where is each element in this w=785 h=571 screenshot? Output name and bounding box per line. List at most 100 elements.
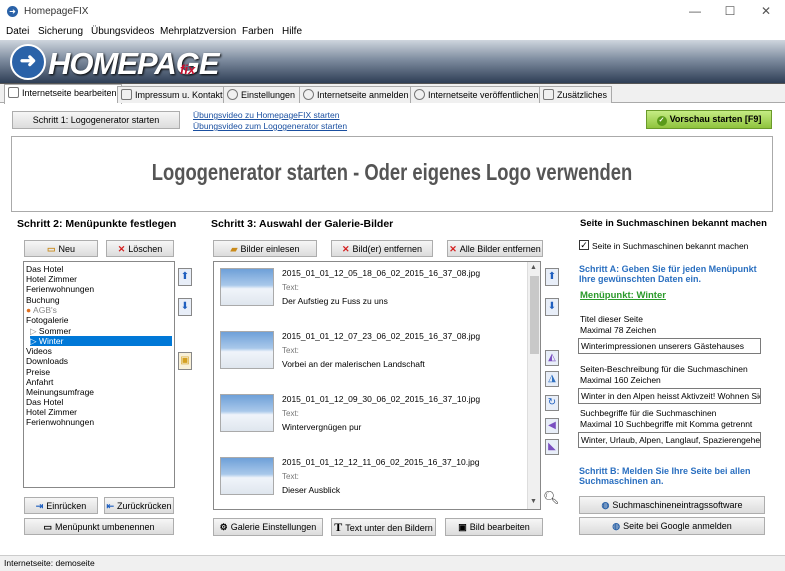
delete-x-icon: ✕ [449, 244, 457, 254]
image-filename: 2015_01_01_12_12_11_06_02_2015_16_37_10.… [282, 457, 480, 467]
check-icon: ✓ [656, 116, 667, 126]
list-item[interactable]: Hotel Zimmer [26, 274, 77, 284]
move-up-icon[interactable]: ⬆ [178, 268, 192, 286]
home-icon [8, 87, 19, 98]
list-item[interactable]: Ferienwohnungen [26, 417, 94, 427]
minimize-button[interactable]: — [688, 4, 702, 18]
scroll-down-icon[interactable]: ▼ [530, 498, 537, 505]
globe-icon: ◍ [601, 500, 610, 510]
text-label: Text: [282, 472, 299, 481]
delete-menu-item-button[interactable]: ✕ Löschen [106, 240, 174, 257]
menu-hilfe[interactable]: Hilfe [282, 26, 302, 37]
status-text: Internetseite: demoseite [4, 558, 95, 568]
image-caption: Wintervergnügen pur [282, 422, 362, 432]
rename-menu-item-button[interactable]: ▭ Menüpunkt umbenennen [24, 518, 174, 535]
load-images-button[interactable]: ▰ Bilder einlesen [213, 240, 317, 257]
rotate-icon[interactable]: ↻ [545, 395, 559, 411]
list-item[interactable]: Videos [26, 346, 52, 356]
globe-icon [303, 89, 314, 100]
list-item[interactable]: Das Hotel [26, 397, 63, 407]
tab-einstellungen[interactable]: Einstellungen [223, 86, 301, 103]
tab-internetseite-anmelden[interactable]: Internetseite anmelden [299, 86, 414, 103]
remove-images-button[interactable]: ✕ Bild(er) entfernen [331, 240, 433, 257]
gallery-images-list[interactable]: 2015_01_01_12_05_18_06_02_2015_16_37_08.… [213, 261, 541, 510]
tab-veroeffentlichen[interactable]: Internetseite veröffentlichen [410, 86, 544, 103]
menu-mehrplatzversion[interactable]: Mehrplatzversion [160, 26, 236, 37]
description-input[interactable]: Winter in den Alpen heisst Aktivzeit! Wo… [578, 388, 761, 404]
gallery-item[interactable]: 2015_01_01_12_07_23_06_02_2015_16_37_08.… [216, 327, 526, 387]
maximize-button[interactable]: ☐ [723, 4, 737, 18]
list-item[interactable]: Das Hotel [26, 264, 63, 274]
search-engine-submit-button[interactable]: ◍ Suchmaschineneintragssoftware [579, 496, 765, 514]
list-item[interactable]: Meinungsumfrage [26, 387, 94, 397]
list-item[interactable]: ● AGB's [26, 305, 57, 315]
arrow-left-icon[interactable]: ◀ [545, 418, 559, 434]
outdent-icon: ⇤ [106, 501, 114, 511]
menu-uebungsvideos[interactable]: Übungsvideos [91, 26, 154, 37]
list-item[interactable]: Ferienwohnungen [26, 284, 94, 294]
list-item[interactable]: Downloads [26, 356, 68, 366]
menu-datei[interactable]: Datei [6, 26, 29, 37]
step3-title: Schritt 3: Auswahl der Galerie-Bilder [211, 218, 394, 230]
indent-button[interactable]: ⇥ Einrücken [24, 497, 98, 514]
menu-items-list[interactable]: Das Hotel Hotel Zimmer Ferienwohnungen B… [23, 261, 175, 488]
gallery-item[interactable]: 2015_01_01_12_12_11_06_02_2015_16_37_10.… [216, 453, 526, 509]
current-menu-item: Menüpunkt: Winter [580, 290, 666, 301]
list-item[interactable]: ▷ Sommer [30, 326, 71, 336]
page-title-input[interactable]: Winterimpressionen unserers Gästehauses [578, 338, 761, 354]
logo-area[interactable]: Logogenerator starten - Oder eigenes Log… [11, 136, 773, 212]
keywords-input[interactable]: Winter, Urlaub, Alpen, Langlauf, Spazier… [578, 432, 761, 448]
text-under-images-button[interactable]: T Text unter den Bildern [331, 518, 436, 536]
google-submit-button[interactable]: ◍ Seite bei Google anmelden [579, 517, 765, 535]
outdent-button[interactable]: ⇤ Zurückrücken [104, 497, 174, 514]
window-title: HomepageFIX [24, 6, 89, 17]
scroll-thumb[interactable] [530, 276, 539, 354]
keywords-max: Maximal 10 Suchbegriffe mit Komma getren… [580, 419, 753, 429]
image-move-down-icon[interactable]: ⬇ [545, 298, 559, 316]
image-icon [543, 89, 554, 100]
new-menu-item-button[interactable]: ▭ Neu [24, 240, 98, 257]
menu-farben[interactable]: Farben [242, 26, 274, 37]
video-link-logogenerator[interactable]: Übungsvideo zum Logogenerator starten [193, 121, 347, 131]
list-item[interactable]: Anfahrt [26, 377, 53, 387]
image-move-up-icon[interactable]: ⬆ [545, 268, 559, 286]
list-item-selected[interactable]: ▷ Winter [30, 336, 172, 347]
gallery-scrollbar[interactable]: ▲ ▼ [527, 262, 540, 509]
video-link-homepagefix[interactable]: Übungsvideo zu HomepageFIX starten [193, 110, 339, 120]
zoom-icon[interactable]: 🔍︎ [543, 490, 560, 506]
tab-zusaetzliches[interactable]: Zusätzliches [539, 86, 613, 103]
mirror-icon[interactable]: ◭ [545, 350, 559, 366]
description-max: Maximal 160 Zeichen [580, 375, 661, 385]
new-page-icon: ▭ [46, 244, 56, 254]
gallery-item[interactable]: 2015_01_01_12_05_18_06_02_2015_16_37_08.… [216, 264, 526, 324]
document-icon [121, 89, 132, 100]
remove-all-images-button[interactable]: ✕ Alle Bilder entfernen [447, 240, 543, 257]
edit-image-button[interactable]: ▣ Bild bearbeiten [445, 518, 543, 536]
arrow-logo-icon: ➜ [10, 44, 46, 80]
tab-impressum[interactable]: Impressum u. Kontakt [117, 86, 228, 103]
list-item[interactable]: Preise [26, 367, 50, 377]
folder-icon: ▰ [230, 244, 238, 254]
rename-icon: ▭ [43, 522, 52, 532]
move-down-icon[interactable]: ⬇ [178, 298, 192, 316]
delete-x-icon: ✕ [341, 244, 350, 254]
page-title-label: Titel dieser Seite [580, 314, 643, 324]
menu-sicherung[interactable]: Sicherung [38, 26, 83, 37]
list-item[interactable]: Hotel Zimmer [26, 407, 77, 417]
list-item[interactable]: Buchung [26, 295, 60, 305]
step1-logogenerator-button[interactable]: Schritt 1: Logogenerator starten [12, 111, 180, 129]
preview-button[interactable]: ✓ Vorschau starten [F9] [646, 110, 772, 129]
gallery-settings-button[interactable]: ⚙ Galerie Einstellungen [213, 518, 323, 536]
seo-checkbox[interactable]: ✓ [579, 240, 589, 250]
scroll-up-icon[interactable]: ▲ [530, 264, 537, 271]
image-filename: 2015_01_01_12_05_18_06_02_2015_16_37_08.… [282, 268, 481, 278]
flip-icon[interactable]: ◮ [545, 371, 559, 387]
list-item[interactable]: Fotogalerie [26, 315, 69, 325]
gear-icon: ⚙ [219, 522, 228, 532]
app-icon: ➜ [7, 6, 18, 17]
gallery-item[interactable]: 2015_01_01_12_09_30_06_02_2015_16_37_10.… [216, 390, 526, 450]
lock-icon[interactable]: ▣ [178, 352, 192, 370]
tab-internetseite-bearbeiten[interactable]: Internetseite bearbeiten [4, 84, 122, 104]
close-button[interactable]: ✕ [759, 4, 773, 18]
arrow-right-icon[interactable]: ◣ [545, 439, 559, 455]
